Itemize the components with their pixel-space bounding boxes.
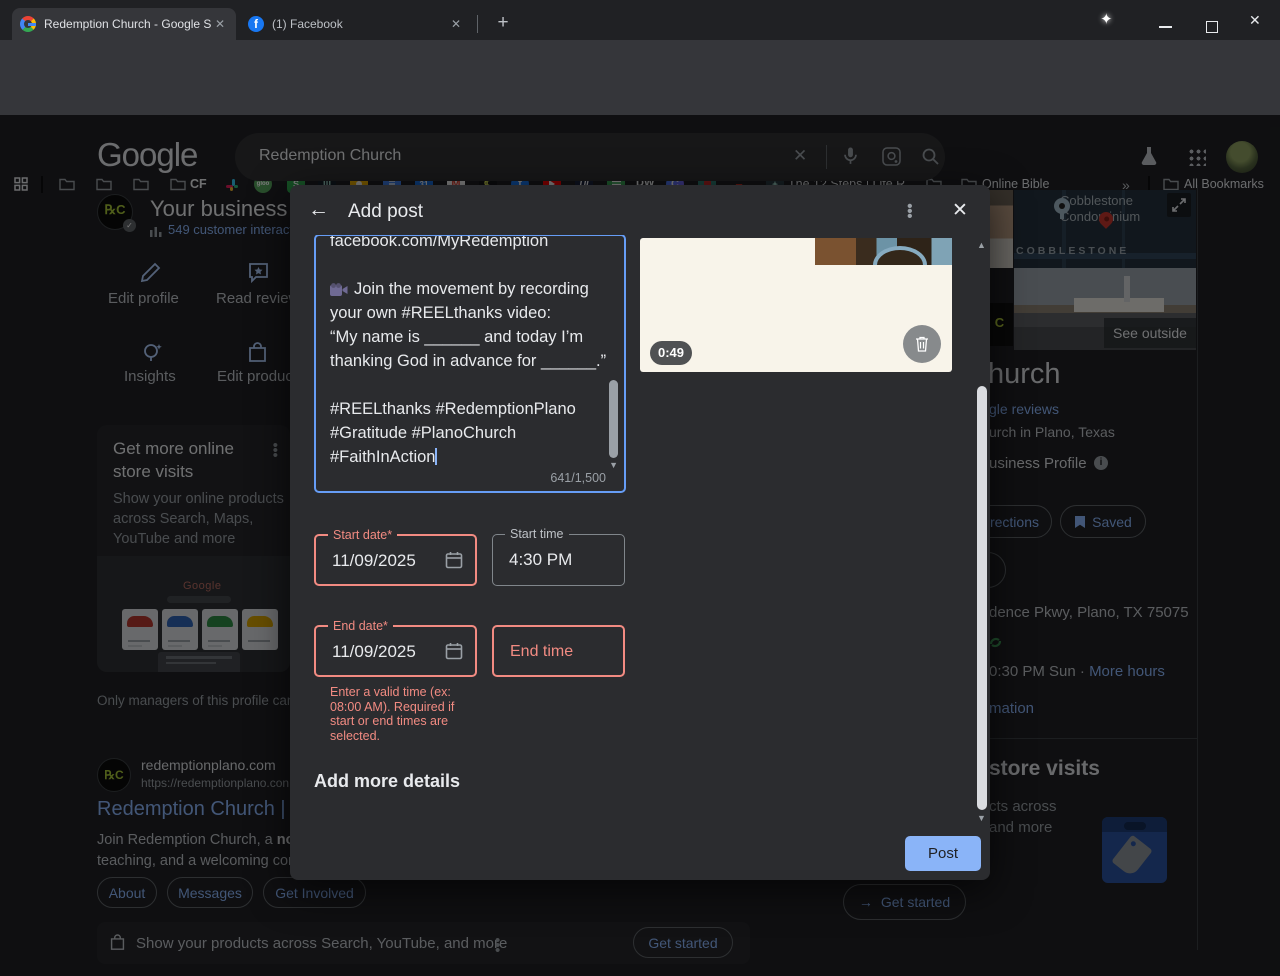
add-more-details-heading: Add more details: [314, 771, 461, 791]
sparkle-icon[interactable]: ✦: [1100, 10, 1113, 28]
tab-facebook[interactable]: f (1) Facebook ✕: [240, 8, 472, 40]
video-duration-badge: 0:49: [650, 341, 692, 365]
post-text-line: “My name is ______ and today I’m: [330, 328, 584, 346]
dialog-header: ← Add post • • • ✕: [290, 185, 990, 235]
end-time-placeholder: End time: [510, 643, 574, 660]
dialog-scrollbar-thumb[interactable]: [977, 386, 987, 810]
tab-close-icon[interactable]: ✕: [212, 17, 228, 31]
end-date-field[interactable]: End date* 11/09/2025: [314, 619, 477, 677]
tab-close-icon[interactable]: ✕: [448, 17, 464, 31]
dialog-scroll-up-icon[interactable]: ▲: [977, 240, 986, 250]
start-date-field[interactable]: Start date* 11/09/2025: [314, 528, 477, 586]
end-date-label: End date*: [328, 619, 393, 633]
start-date-label: Start date*: [328, 528, 398, 542]
movie-camera-emoji: [330, 282, 348, 296]
back-arrow-icon[interactable]: ←: [308, 198, 329, 222]
trash-icon: [916, 336, 928, 352]
calendar-icon[interactable]: [445, 551, 463, 569]
video-thumbnail: [815, 238, 952, 265]
tab-strip: Redemption Church - Google S ✕ f (1) Fac…: [0, 0, 1280, 40]
tab-google-search[interactable]: Redemption Church - Google S ✕: [12, 8, 236, 40]
facebook-favicon: f: [248, 16, 264, 32]
add-post-dialog: ← Add post • • • ✕ facebook.com/MyRedempti…: [290, 185, 990, 880]
dialog-scroll-area: facebook.com/MyRedemption Join the movem…: [290, 235, 976, 815]
end-time-field[interactable]: End time: [492, 625, 625, 677]
tab-separator: [477, 15, 478, 33]
post-text-line: facebook.com/MyRedemption: [330, 235, 549, 250]
dialog-menu-icon[interactable]: • • •: [907, 199, 913, 225]
textarea-scrollbar-thumb[interactable]: [609, 380, 618, 458]
post-text-area[interactable]: facebook.com/MyRedemption Join the movem…: [314, 235, 626, 493]
dialog-footer: Post: [290, 830, 990, 880]
start-time-field[interactable]: Start time 4:30 PM: [492, 527, 625, 586]
post-text-line: thanking God in advance for ______.”: [330, 352, 607, 370]
dialog-close-icon[interactable]: ✕: [952, 199, 968, 222]
dialog-scroll-down-icon[interactable]: ▼: [977, 813, 986, 823]
tab-title: (1) Facebook: [272, 17, 343, 31]
minimize-button[interactable]: [1159, 26, 1172, 28]
new-tab-button[interactable]: +: [489, 9, 517, 37]
post-text-line: Join the movement by recording: [330, 277, 600, 301]
post-text-line: your own #REELthanks video:: [330, 304, 552, 322]
browser-window: Redemption Church - Google S ✕ f (1) Fac…: [0, 0, 1280, 976]
textarea-scroll-down-icon[interactable]: ▼: [609, 460, 618, 470]
bookmarks-bar: CF gloo S ψ 31 M ℄ f UI DW C ⌐ ✦ The 12 …: [0, 85, 1280, 193]
tab-title: Redemption Church - Google S: [44, 17, 212, 31]
delete-video-button[interactable]: [903, 325, 941, 363]
text-cursor: [435, 448, 438, 465]
post-text-line: #Gratitude #PlanoChurch: [330, 424, 517, 442]
close-window-button[interactable]: ✕: [1249, 12, 1261, 29]
calendar-icon[interactable]: [445, 642, 463, 660]
end-date-value: 11/09/2025: [332, 642, 416, 661]
post-text-line: #FaithInAction: [330, 448, 438, 466]
end-time-error-text: Enter a valid time (ex: 08:00 AM). Requi…: [330, 685, 455, 743]
post-text-line: #REELthanks #RedemptionPlano: [330, 400, 576, 418]
post-button[interactable]: Post: [905, 836, 981, 871]
start-time-value: 4:30 PM: [509, 550, 573, 569]
video-attachment-card: 0:49: [640, 238, 952, 372]
google-favicon: [20, 16, 36, 32]
start-time-label: Start time: [505, 527, 569, 541]
start-date-value: 11/09/2025: [332, 551, 416, 570]
dialog-title: Add post: [348, 201, 423, 222]
browser-toolbar: ← → ↻ ⌂ https://www.google.com/search?q=…: [0, 40, 1280, 118]
maximize-button[interactable]: [1206, 21, 1218, 33]
char-counter: 641/1,500: [550, 471, 606, 485]
